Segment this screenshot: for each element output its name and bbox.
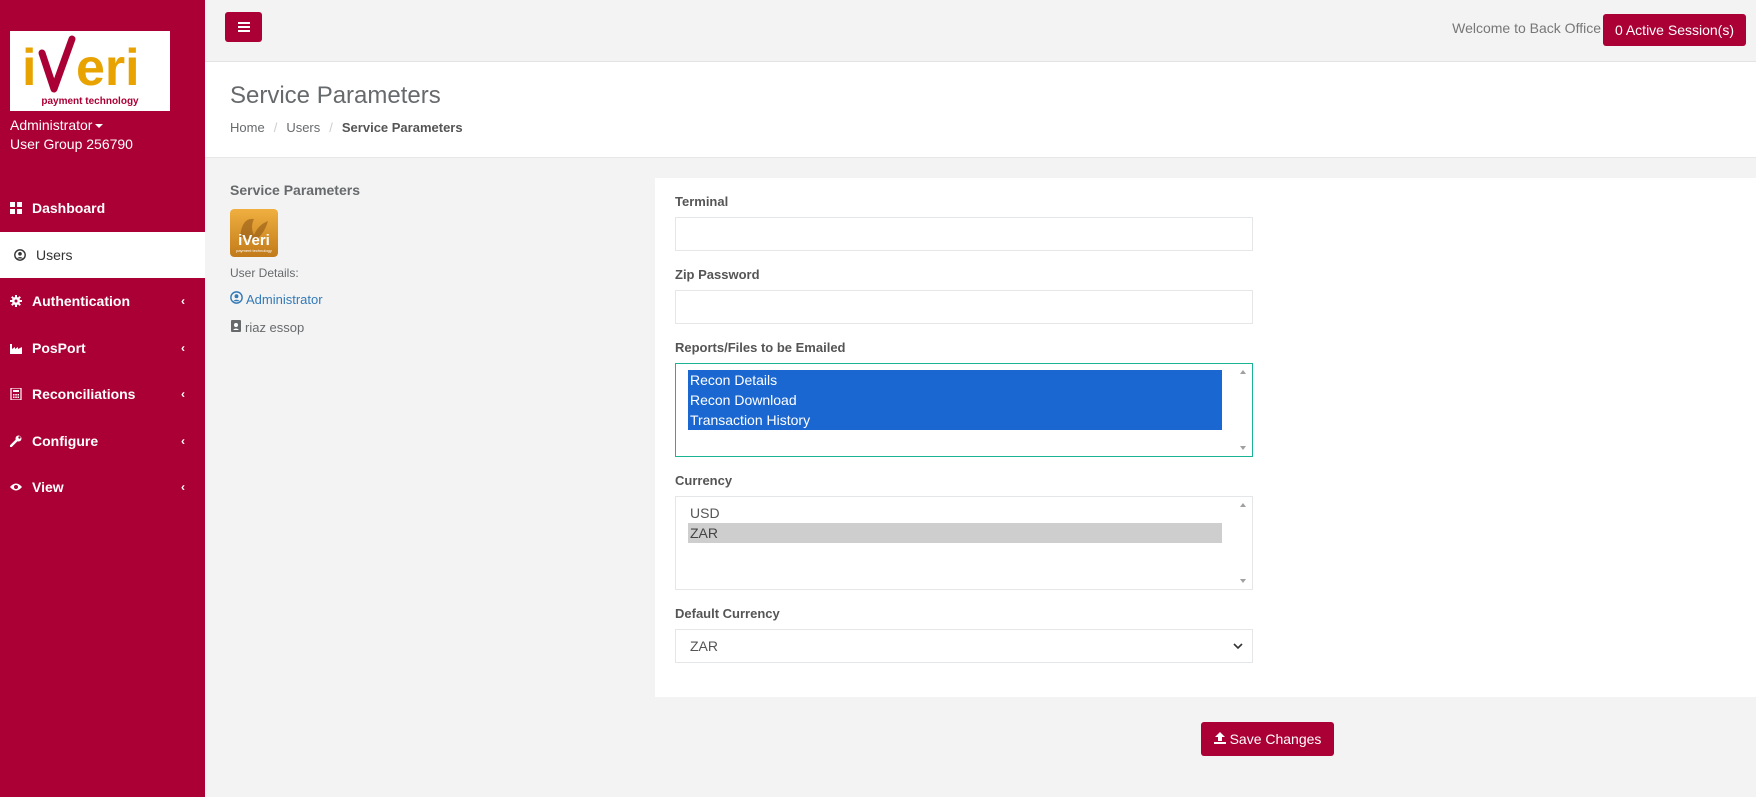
caret-down-icon [95, 124, 104, 129]
administrator-link[interactable]: Administrator [230, 291, 323, 307]
svg-text:i: i [22, 39, 36, 97]
breadcrumb-home[interactable]: Home [230, 120, 265, 135]
breadcrumb: Home / Users / Service Parameters [230, 120, 463, 135]
wrench-icon [10, 435, 22, 447]
sidebar-item-posport[interactable]: PosPort ‹ [0, 325, 205, 372]
sidebar-item-reconciliations[interactable]: Reconciliations ‹ [0, 371, 205, 418]
svg-text:eri: eri [76, 39, 140, 97]
scroll-up-arrow-icon[interactable] [1240, 503, 1246, 507]
reports-option[interactable]: Recon Download [688, 390, 1222, 410]
save-changes-label: Save Changes [1229, 731, 1322, 747]
brand-badge-logo: iVeri payment technology [230, 209, 278, 257]
scroll-down-arrow-icon[interactable] [1240, 446, 1246, 450]
sidebar-item-label: Users [36, 246, 73, 263]
industry-icon [10, 342, 22, 354]
breadcrumb-separator: / [273, 120, 278, 135]
user-details-label: User Details: [230, 266, 299, 280]
chevron-down-icon [1233, 643, 1243, 650]
sidebar-item-label: View [32, 479, 64, 496]
user-circle-icon [230, 291, 243, 307]
menu-toggle-button[interactable] [225, 12, 262, 42]
top-bar: Welcome to Back Office 0 Active Session(… [205, 0, 1756, 62]
user-full-name-text: riaz essop [245, 320, 305, 335]
chevron-left-icon: ‹ [181, 387, 185, 402]
hamburger-icon [237, 22, 250, 32]
svg-text:payment technology: payment technology [236, 248, 272, 253]
upload-icon [1213, 731, 1226, 747]
zip-password-label: Zip Password [675, 267, 760, 282]
user-full-name: riaz essop [230, 320, 304, 335]
breadcrumb-users[interactable]: Users [286, 120, 320, 135]
user-name: Administrator [10, 117, 93, 133]
sidebar: i eri payment technology Administrator U… [0, 0, 205, 797]
sidebar-item-label: PosPort [32, 339, 86, 356]
reports-option[interactable]: Recon Details [688, 370, 1222, 390]
breadcrumb-current: Service Parameters [341, 120, 463, 135]
sidebar-item-authentication[interactable]: Authentication ‹ [0, 278, 205, 325]
user-group: User Group 256790 [10, 136, 133, 152]
default-currency-value: ZAR [690, 638, 718, 654]
chevron-left-icon: ‹ [181, 340, 185, 355]
user-menu-toggle[interactable]: Administrator [10, 117, 104, 133]
id-badge-icon [230, 320, 242, 335]
currency-multiselect[interactable]: USD ZAR [675, 496, 1253, 590]
sidebar-item-label: Reconciliations [32, 386, 136, 403]
info-panel-title: Service Parameters [230, 182, 360, 198]
administrator-link-label: Administrator [246, 291, 323, 307]
reports-multiselect[interactable]: Recon Details Recon Download Transaction… [675, 363, 1253, 457]
terminal-input[interactable] [675, 217, 1253, 251]
sidebar-item-label: Authentication [32, 293, 130, 310]
currency-label: Currency [675, 473, 733, 488]
sidebar-item-label: Configure [32, 432, 99, 449]
zip-password-input[interactable] [675, 290, 1253, 324]
sidebar-nav: Dashboard Users Authentication ‹ PosPort… [0, 185, 205, 511]
page-title: Service Parameters [230, 82, 441, 109]
user-circle-icon [14, 248, 26, 261]
scroll-up-arrow-icon[interactable] [1240, 370, 1246, 374]
save-changes-button[interactable]: Save Changes [1201, 722, 1334, 756]
eye-icon [10, 481, 22, 493]
sidebar-item-label: Dashboard [32, 200, 106, 217]
gear-icon [10, 295, 22, 308]
reports-option[interactable]: Transaction History [688, 410, 1222, 430]
active-sessions-button[interactable]: 0 Active Session(s) [1602, 14, 1746, 46]
chevron-left-icon: ‹ [181, 294, 185, 309]
scroll-down-arrow-icon[interactable] [1240, 579, 1246, 583]
currency-option[interactable]: ZAR [688, 523, 1222, 543]
sidebar-item-configure[interactable]: Configure ‹ [0, 418, 205, 465]
page-header: Service Parameters Home / Users / Servic… [205, 62, 1756, 158]
currency-option[interactable]: USD [688, 503, 1222, 523]
service-parameters-form: Terminal Zip Password Reports/Files to b… [655, 178, 1756, 697]
sidebar-item-view[interactable]: View ‹ [0, 464, 205, 511]
dashboard-icon [10, 202, 22, 215]
sidebar-item-users[interactable]: Users [0, 231, 205, 278]
breadcrumb-separator: / [329, 120, 333, 135]
welcome-message: Welcome to Back Office [1452, 20, 1601, 36]
terminal-label: Terminal [675, 194, 729, 209]
brand-logo[interactable]: i eri payment technology [10, 31, 170, 111]
svg-text:iVeri: iVeri [238, 232, 270, 249]
default-currency-select[interactable]: ZAR [675, 629, 1253, 663]
chevron-left-icon: ‹ [181, 433, 185, 448]
logo-tagline: payment technology [41, 96, 139, 107]
default-currency-label: Default Currency [675, 606, 780, 621]
sidebar-item-dashboard[interactable]: Dashboard [0, 185, 205, 232]
reports-label: Reports/Files to be Emailed [675, 340, 846, 355]
chevron-left-icon: ‹ [181, 480, 185, 495]
calculator-icon [10, 388, 22, 401]
